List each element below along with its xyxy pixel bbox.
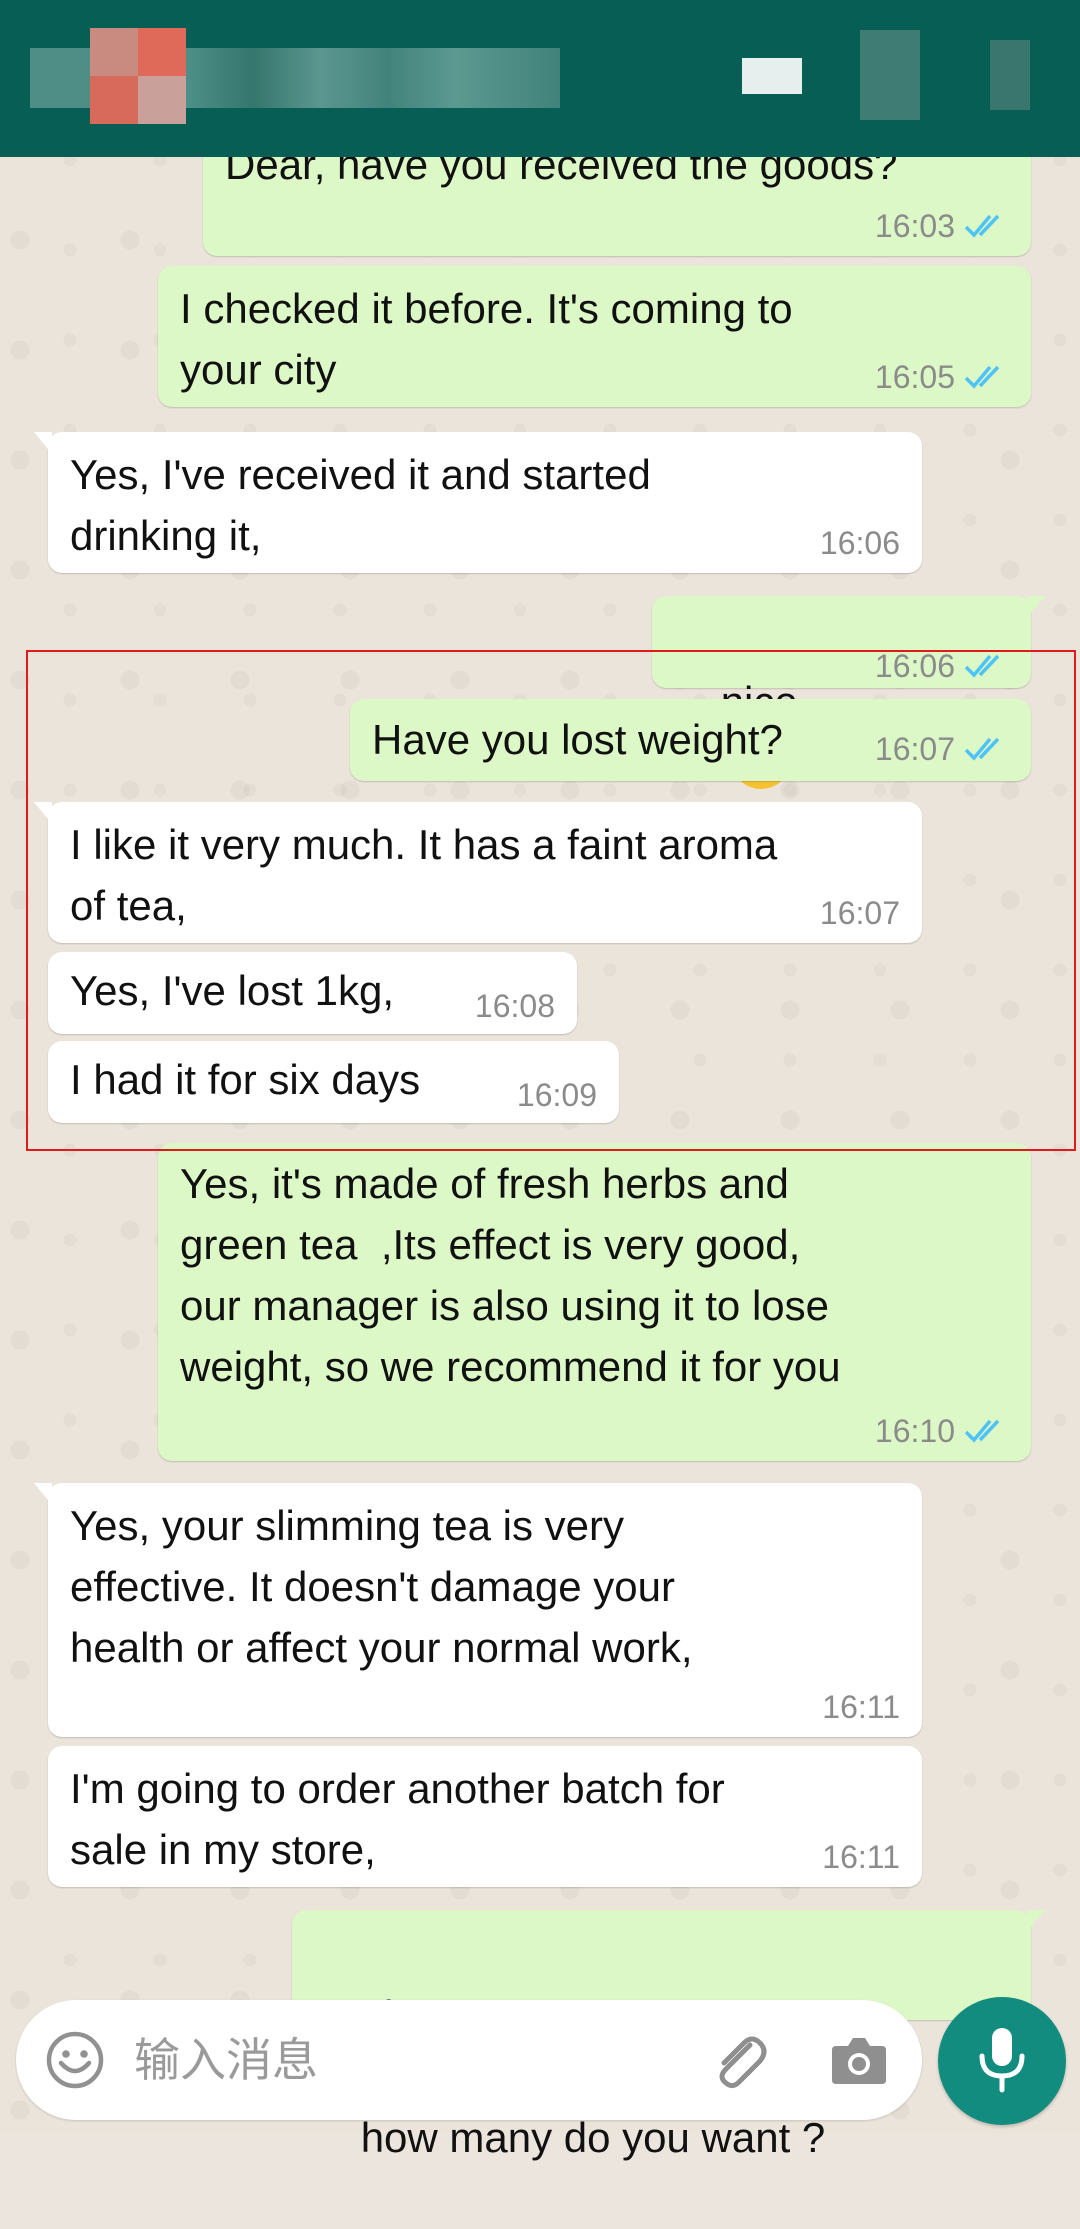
message-meta: 16:05 (875, 357, 1009, 397)
mic-button[interactable] (938, 1997, 1066, 2125)
incoming-message[interactable]: I had it for six days 16:09 (48, 1041, 619, 1123)
outgoing-message[interactable]: nice 16:06 (652, 596, 1045, 789)
message-text: Yes, I've received it and started drinki… (70, 451, 651, 559)
incoming-message[interactable]: I like it very much. It has a faint arom… (34, 802, 922, 943)
incoming-message[interactable]: I'm going to order another batch for sal… (48, 1746, 922, 1887)
incoming-message[interactable]: Yes, your slimming tea is very effective… (34, 1483, 922, 1737)
message-input-bar[interactable]: 输入消息 (16, 2000, 922, 2120)
message-text-after: how many do you want ? (360, 2114, 826, 2161)
incoming-message[interactable]: Yes, I've received it and started drinki… (34, 432, 922, 573)
message-meta: 16:09 (517, 1075, 597, 1115)
incoming-message[interactable]: Yes, I've lost 1kg, 16:08 (48, 952, 577, 1034)
message-time: 16:07 (874, 730, 955, 767)
message-time: 16:06 (874, 647, 955, 684)
outgoing-message[interactable]: Have you lost weight? 16:07 (350, 699, 1031, 781)
message-text: Yes, your slimming tea is very effective… (70, 1502, 693, 1671)
outgoing-message[interactable]: Yes, it's made of fresh herbs and green … (158, 1143, 1031, 1461)
message-meta: 16:06 (820, 523, 900, 563)
message-time: 16:05 (874, 358, 955, 395)
outgoing-message[interactable]: I checked it before. It's coming to your… (158, 266, 1031, 407)
message-meta: 16:06 (875, 646, 1009, 686)
message-meta: 16:07 (875, 729, 1009, 769)
attach-icon[interactable] (706, 2027, 772, 2093)
message-text: Yes, it's made of fresh herbs and green … (180, 1160, 841, 1390)
double-check-icon (964, 654, 1000, 678)
message-meta: 16:07 (820, 893, 900, 933)
double-check-icon (964, 365, 1000, 389)
message-time: 16:08 (474, 987, 555, 1024)
message-input[interactable]: 输入消息 (134, 2000, 318, 2120)
message-text: I'm going to order another batch for sal… (70, 1765, 725, 1873)
message-meta: 16:11 (822, 1687, 900, 1727)
message-text: I like it very much. It has a faint arom… (70, 821, 778, 929)
double-check-icon (964, 737, 1000, 761)
double-check-icon (964, 1419, 1000, 1443)
camera-icon[interactable] (828, 2032, 890, 2088)
message-time: 16:03 (874, 207, 955, 244)
header-overlay (0, 0, 1080, 157)
message-time: 16:07 (819, 894, 900, 931)
message-time: 16:09 (516, 1076, 597, 1113)
message-time: 16:11 (822, 1688, 900, 1725)
message-meta: 16:10 (875, 1411, 1009, 1451)
message-time: 16:06 (819, 524, 900, 561)
message-meta: 16:03 (875, 206, 1009, 246)
emoji-icon[interactable] (44, 2029, 106, 2091)
message-meta: 16:11 (822, 1837, 900, 1877)
message-time: 16:10 (874, 1412, 955, 1449)
message-meta: 16:08 (475, 986, 555, 1026)
message-time: 16:11 (822, 1838, 900, 1875)
mic-icon (979, 2028, 1025, 2093)
double-check-icon (964, 214, 1000, 238)
